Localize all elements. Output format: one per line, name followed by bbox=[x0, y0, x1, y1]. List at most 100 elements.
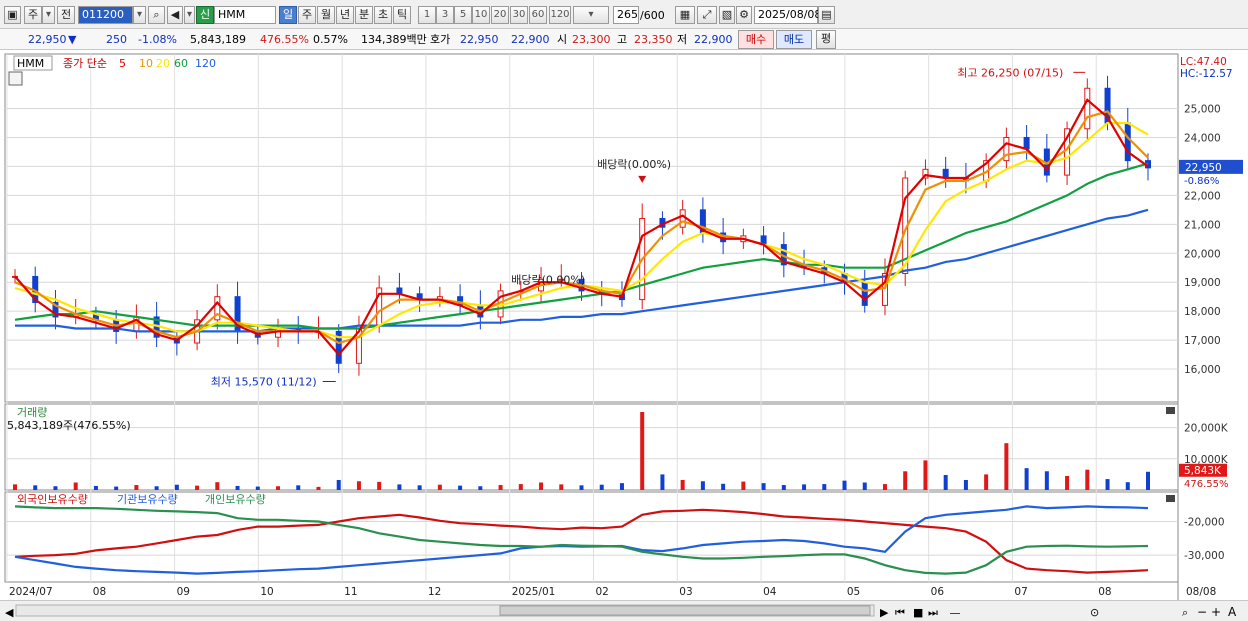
holding-legend-2: 개인보유수량 bbox=[205, 493, 266, 506]
x-tick-label: 08 bbox=[1098, 586, 1111, 598]
holding-tick-label: -30,000 bbox=[1184, 550, 1225, 562]
zoom-icon[interactable]: ⌕ bbox=[1182, 606, 1188, 619]
period-tab[interactable]: 년 bbox=[336, 6, 354, 24]
volume-bar bbox=[478, 486, 483, 490]
holding-legend-1: 기관보유수량 bbox=[117, 493, 178, 506]
x-tick-label: 11 bbox=[344, 586, 357, 598]
scroll-right-icon[interactable]: ▶ bbox=[880, 606, 889, 619]
price-tick-label: 21,000 bbox=[1184, 219, 1221, 231]
series-lines bbox=[14, 98, 1149, 575]
volume-bar bbox=[559, 484, 564, 490]
sell-button[interactable]: 매도 bbox=[776, 30, 812, 49]
x-tick-label: 07 bbox=[1014, 586, 1027, 598]
line-style-icon[interactable]: ⎯⎯ bbox=[950, 608, 960, 619]
period-tab[interactable]: 주 bbox=[298, 6, 316, 24]
layout-icon[interactable]: ▣ bbox=[4, 6, 21, 24]
volume-bar bbox=[154, 486, 159, 490]
period-tab[interactable]: 일 bbox=[279, 6, 297, 24]
x-tick-label: 02 bbox=[596, 586, 609, 598]
count-total: /600 bbox=[640, 9, 665, 22]
interval-tab[interactable]: 3 bbox=[436, 6, 454, 24]
count-input[interactable]: 265 bbox=[613, 6, 639, 24]
panel-close-icon bbox=[1166, 495, 1175, 502]
rewind-icon[interactable]: ⏮ bbox=[895, 606, 905, 619]
code-tag: HMM bbox=[17, 57, 44, 70]
price-tick-label: 25,000 bbox=[1184, 104, 1221, 116]
stop-icon[interactable]: ■ bbox=[913, 606, 923, 619]
price-change: 250 bbox=[106, 33, 127, 46]
interval-tab[interactable]: 10 bbox=[472, 6, 490, 24]
candle-body bbox=[1023, 136, 1030, 150]
scroll-controls[interactable]: ◀ ▶ ⏮ ■ ⏭ ⎯⎯ ⊙ ⌕ − + A bbox=[0, 601, 1248, 621]
quote-bar: 22,950 ▼ 250 -1.08% 5,843,189 476.55% 0.… bbox=[0, 29, 1248, 50]
interval-dropdown[interactable]: ▾ bbox=[573, 6, 609, 24]
volume-bar bbox=[539, 482, 544, 490]
price-tick-label: 19,000 bbox=[1184, 277, 1221, 289]
period-tab[interactable]: 초 bbox=[374, 6, 392, 24]
scroll-left-icon[interactable]: ◀ bbox=[5, 606, 14, 619]
volume-bar bbox=[235, 485, 240, 490]
interval-tab[interactable]: 60 bbox=[529, 6, 547, 24]
stock-code-input[interactable]: 011200 bbox=[78, 6, 133, 24]
prev-button[interactable]: 전 bbox=[57, 6, 75, 24]
zoom-in-icon[interactable]: + bbox=[1211, 605, 1221, 619]
holding-line-1 bbox=[14, 505, 1149, 575]
buy-button[interactable]: 매수 bbox=[738, 30, 774, 49]
scroll-thumb[interactable] bbox=[499, 605, 871, 616]
volume-bar bbox=[660, 474, 665, 490]
volume-bar bbox=[174, 484, 179, 490]
ma-line-10 bbox=[14, 110, 1149, 345]
toggle-icon[interactable]: ⊙ bbox=[1090, 606, 1099, 619]
zoom-out-icon[interactable]: − bbox=[1197, 605, 1207, 619]
volume-bar bbox=[721, 483, 726, 490]
volume-bar bbox=[13, 484, 17, 490]
calendar-icon[interactable]: ▤ bbox=[818, 6, 835, 24]
forward-icon[interactable]: ⏭ bbox=[928, 606, 938, 619]
interval-tab[interactable]: 5 bbox=[454, 6, 472, 24]
interval-tab[interactable]: 1 bbox=[418, 6, 436, 24]
draw-tool-icon[interactable]: ⤢ bbox=[697, 6, 717, 24]
period-tab[interactable]: 분 bbox=[355, 6, 373, 24]
chevron-down-icon[interactable]: ▾ bbox=[133, 6, 146, 24]
chevron-down-icon[interactable]: ▾ bbox=[184, 6, 195, 24]
period-tab[interactable]: 틱 bbox=[393, 6, 411, 24]
volume-bar bbox=[73, 482, 78, 490]
stock-name-field[interactable]: HMM bbox=[214, 6, 276, 24]
font-size-icon[interactable]: A bbox=[1228, 605, 1237, 619]
search-icon[interactable]: ⌕ bbox=[148, 6, 165, 24]
gear-icon[interactable]: ⚙ bbox=[736, 6, 752, 24]
volume-bar bbox=[458, 485, 463, 490]
volume-bar bbox=[802, 484, 807, 490]
interval-tab[interactable]: 20 bbox=[491, 6, 509, 24]
x-tick-label: 05 bbox=[847, 586, 860, 598]
volume-bar bbox=[336, 480, 341, 490]
chart-tool-icon[interactable]: ▦ bbox=[675, 6, 695, 24]
annot-div1-label: 배당락(0.00%) bbox=[597, 158, 671, 171]
volume-bar bbox=[963, 480, 968, 490]
legend-ma-60: 60 bbox=[174, 57, 188, 70]
indicator-icon[interactable]: ▧ bbox=[719, 6, 735, 24]
down-arrow-icon: ▼ bbox=[68, 33, 77, 46]
scroll-bar[interactable]: ◀ ▶ ⏮ ■ ⏭ ⎯⎯ ⊙ ⌕ − + A bbox=[0, 600, 1248, 621]
open-price: 23,300 bbox=[572, 33, 611, 46]
low-label: 저 bbox=[677, 33, 688, 46]
chevron-down-icon[interactable]: ▾ bbox=[42, 6, 55, 24]
date-input[interactable]: 2025/08/08 bbox=[754, 6, 821, 24]
high-label: 고 bbox=[617, 33, 628, 46]
eval-button[interactable]: 평 bbox=[816, 30, 836, 49]
x-right-label: 08/08 bbox=[1186, 586, 1216, 598]
period-tab[interactable]: 월 bbox=[317, 6, 335, 24]
current-change-tag: -0.86% bbox=[1184, 176, 1219, 187]
chart-area[interactable]: 16,000 17,000 18,000 19,000 20,000 21,000 22,0… bbox=[0, 50, 1248, 601]
trade-amount: 134,389백만 bbox=[361, 33, 427, 46]
volume-bar bbox=[923, 460, 928, 490]
stock-chart-svg[interactable]: 16,000 17,000 18,000 19,000 20,000 21,000 22,0… bbox=[0, 50, 1248, 601]
interval-tab[interactable]: 120 bbox=[549, 6, 571, 24]
interval-tab[interactable]: 30 bbox=[510, 6, 528, 24]
period-select[interactable]: 주 bbox=[24, 6, 42, 24]
price-tick-label: 22,000 bbox=[1184, 190, 1221, 202]
speaker-icon[interactable]: ◀ bbox=[167, 6, 183, 24]
volume-bar bbox=[215, 482, 220, 490]
price-tick-label: 18,000 bbox=[1184, 306, 1221, 318]
volume-bar bbox=[276, 486, 281, 490]
